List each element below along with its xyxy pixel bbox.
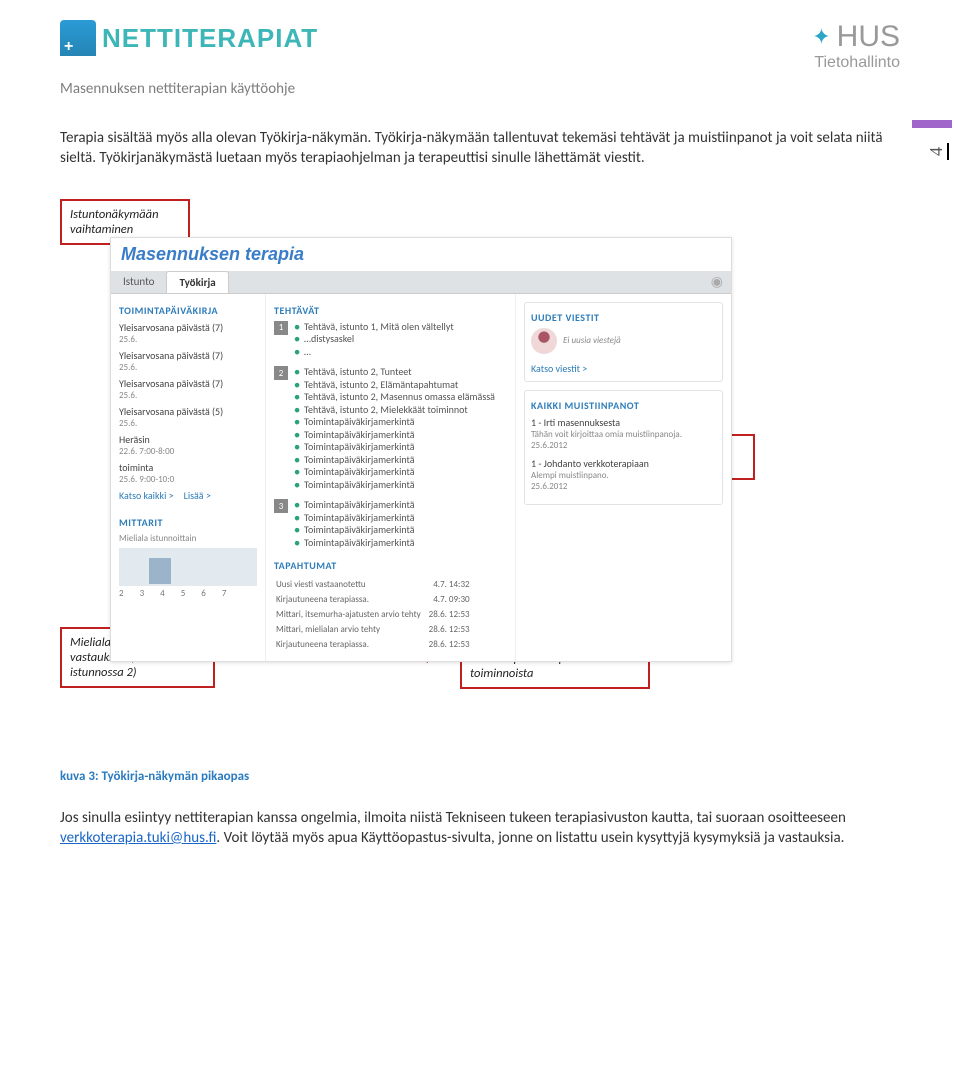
task-group: 3●Toimintapäiväkirjamerkintä●Toimintapäi… — [274, 499, 507, 549]
tasks-heading: TEHTÄVÄT — [274, 304, 507, 317]
axis-tick: 5 — [181, 588, 186, 599]
task-item[interactable]: ●… — [294, 346, 507, 359]
tabbar: Istunto Työkirja ◉ — [111, 271, 731, 294]
axis-tick: 4 — [160, 588, 165, 599]
logo-house-icon — [60, 20, 96, 56]
figure: Istuntonäkymään vaihtaminen Toimintapäiv… — [60, 199, 900, 759]
diary-item[interactable]: Yleisarvosana päivästä (7)25.6. — [119, 349, 257, 373]
tab-istunto[interactable]: Istunto — [111, 271, 166, 293]
task-group: 2 ●Tehtävä, istunto 2, Tunteet ●Tehtävä, i… — [274, 366, 507, 491]
session-number-badge: 2 — [274, 366, 288, 380]
brand-name: NETTITERAPIAT — [102, 23, 318, 54]
task-item[interactable]: ●Toimintapäiväkirjamerkintä — [294, 537, 507, 550]
messages-box: UUDET VIESTIT Ei uusia viestejä Katso vi… — [524, 302, 723, 382]
task-item[interactable]: ●…distysaskel — [294, 333, 507, 346]
figure-caption: kuva 3: Työkirja-näkymän pikaopas — [60, 769, 900, 784]
intro-paragraph: Terapia sisältää myös alla olevan Työkir… — [60, 128, 900, 169]
support-email-link[interactable]: verkkoterapia.tuki@hus.fi — [60, 829, 216, 847]
messages-empty: Ei uusia viestejä — [563, 335, 621, 346]
axis-tick: 7 — [222, 588, 227, 599]
mittarit-sub: Mieliala istunnoittain — [119, 533, 257, 544]
diary-item[interactable]: Yleisarvosana päivästä (7)25.6. — [119, 377, 257, 401]
messages-link[interactable]: Katso viestit > — [531, 362, 716, 375]
notes-heading: KAIKKI MUISTIINPANOT — [531, 399, 716, 412]
task-item[interactable]: ●Tehtävä, istunto 2, Tunteet — [294, 366, 507, 379]
diary-item[interactable]: Yleisarvosana päivästä (5)25.6. — [119, 405, 257, 429]
diary-item[interactable]: Yleisarvosana päivästä (7)25.6. — [119, 321, 257, 345]
messages-heading: UUDET VIESTIT — [531, 311, 716, 324]
event-row: Mittari, mielialan arvio tehty28.6. 12:5… — [276, 623, 476, 636]
brand-logo: NETTITERAPIAT — [60, 20, 318, 56]
diary-add-link[interactable]: Lisää > — [184, 489, 211, 502]
events-heading: TAPAHTUMAT — [274, 559, 507, 572]
task-item[interactable]: ●Toimintapäiväkirjamerkintä — [294, 466, 507, 479]
event-row: Kirjautuneena terapiassa.28.6. 12:53 — [276, 638, 476, 651]
axis-tick: 3 — [140, 588, 145, 599]
page-accent-bar — [912, 120, 952, 128]
diary-item[interactable]: Heräsin22.6. 7:00-8:00 — [119, 433, 257, 457]
user-icon[interactable]: ◉ — [703, 271, 731, 293]
diary-item[interactable]: toiminta25.6. 9:00-10:0 — [119, 461, 257, 485]
page-number: 4 — [926, 143, 949, 160]
note-item[interactable]: 1 - Johdanto verkkoterapiaanAlempi muist… — [531, 457, 716, 492]
event-row: Mittari, itsemurha-ajatusten arvio tehty… — [276, 608, 476, 621]
session-number-badge: 1 — [274, 321, 288, 335]
task-item[interactable]: ●Toimintapäiväkirjamerkintä — [294, 479, 507, 492]
task-item[interactable]: ●Toimintapäiväkirjamerkintä — [294, 416, 507, 429]
diary-heading: TOIMINTAPÄIVÄKIRJA — [119, 304, 257, 317]
axis-tick: 6 — [201, 588, 206, 599]
doc-title: Masennuksen nettiterapian käyttöohje — [60, 80, 900, 98]
avatar-icon — [531, 328, 557, 354]
hus-name: HUS — [837, 20, 900, 54]
hus-sub: Tietohallinto — [812, 54, 900, 72]
event-row: Uusi viesti vastaanotettu4.7. 14:32 — [276, 578, 476, 591]
task-item[interactable]: ●Toimintapäiväkirjamerkintä — [294, 499, 507, 512]
app-title: Masennuksen terapia — [111, 238, 731, 271]
session-number-badge: 3 — [274, 499, 288, 513]
event-row: Kirjautuneena terapiassa.4.7. 09:30 — [276, 593, 476, 606]
axis-tick: 2 — [119, 588, 124, 599]
mittarit-heading: MITTARIT — [119, 516, 257, 529]
hus-star-icon: ✦ — [812, 24, 830, 50]
hus-logo-block: ✦ HUS Tietohallinto — [812, 20, 900, 72]
footer-paragraph: Jos sinulla esiintyy nettiterapian kanss… — [60, 808, 900, 849]
app-window: Masennuksen terapia Istunto Työkirja ◉ T… — [110, 237, 732, 663]
tab-tyokirja[interactable]: Työkirja — [166, 271, 228, 293]
diary-all-link[interactable]: Katso kaikki > — [119, 489, 174, 502]
task-group: 1●Tehtävä, istunto 1, Mitä olen vältelly… — [274, 321, 507, 359]
notes-box: KAIKKI MUISTIINPANOT 1 - Irti masennukse… — [524, 390, 723, 505]
task-item[interactable]: ●Toimintapäiväkirjamerkintä — [294, 524, 507, 537]
task-item[interactable]: ●Toimintapäiväkirjamerkintä — [294, 441, 507, 454]
note-item[interactable]: 1 - Irti masennuksestaTähän voit kirjoit… — [531, 416, 716, 451]
task-item[interactable]: ●Tehtävä, istunto 2, Masennus omassa elä… — [294, 391, 507, 404]
mood-chart — [119, 548, 257, 586]
